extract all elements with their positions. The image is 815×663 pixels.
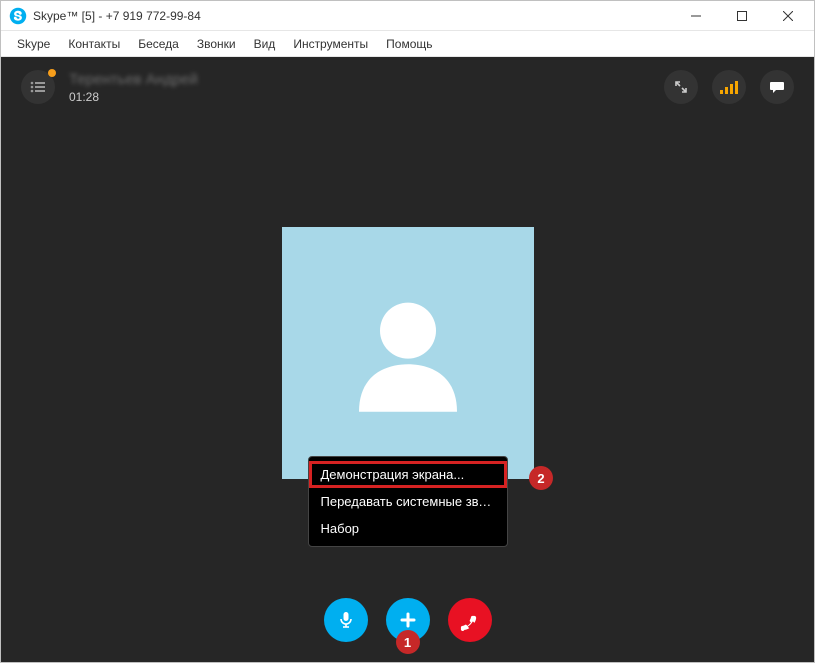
menu-help[interactable]: Помощь [378,34,440,54]
maximize-button[interactable] [728,6,756,26]
avatar [282,227,534,479]
annotation-badge-2: 2 [529,466,553,490]
plus-menu-popup: Демонстрация экрана... Передавать систем… [308,456,508,547]
menu-view[interactable]: Вид [246,34,284,54]
menu-conversation[interactable]: Беседа [130,34,187,54]
popup-item-system-sounds[interactable]: Передавать системные звуки... [309,488,507,515]
call-controls: 1 [324,598,492,642]
close-button[interactable] [774,6,802,26]
popup-item-dialpad[interactable]: Набор [309,515,507,542]
chat-button[interactable] [760,70,794,104]
skype-app-icon [9,7,27,25]
contacts-list-button[interactable] [21,70,55,104]
fullscreen-button[interactable] [664,70,698,104]
mic-button[interactable] [324,598,368,642]
call-duration: 01:28 [69,90,198,104]
status-indicator [48,69,56,77]
annotation-badge-1: 1 [396,630,420,654]
hangup-button[interactable] [448,598,492,642]
call-topbar: Терентьев Андрей 01:28 [1,57,814,117]
popup-item-share-screen[interactable]: Демонстрация экрана... [309,461,507,488]
menu-bar: Skype Контакты Беседа Звонки Вид Инструм… [1,31,814,57]
plus-button[interactable]: 1 [386,598,430,642]
menu-skype[interactable]: Skype [9,34,58,54]
signal-icon [720,80,738,94]
avatar-placeholder-icon [338,283,478,423]
contact-name: Терентьев Андрей [69,71,198,88]
menu-calls[interactable]: Звонки [189,34,244,54]
call-area: Терентьев Андрей 01:28 Демонстр [1,57,814,662]
window-titlebar: Skype™ [5] - +7 919 772-99-84 [1,1,814,31]
minimize-button[interactable] [682,6,710,26]
call-quality-button[interactable] [712,70,746,104]
menu-contacts[interactable]: Контакты [60,34,128,54]
call-top-controls [664,70,794,104]
window-controls [682,6,802,26]
contact-info: Терентьев Андрей 01:28 [69,71,198,104]
window-title: Skype™ [5] - +7 919 772-99-84 [33,9,682,23]
menu-tools[interactable]: Инструменты [285,34,376,54]
